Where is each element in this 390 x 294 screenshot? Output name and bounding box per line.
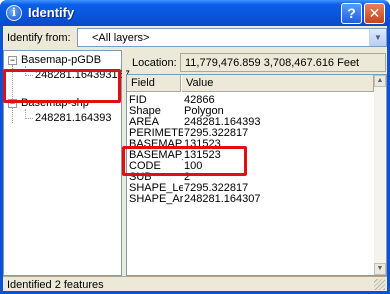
table-header: Field Value [127, 75, 375, 92]
field-name: PERIMETER [129, 128, 183, 139]
location-value: 11,779,476.859 3,708,467.616 Feet [185, 57, 360, 69]
help-button[interactable]: ? [341, 3, 362, 24]
identify-from-label: Identify from: [7, 32, 71, 44]
status-bar: Identified 2 features [3, 276, 387, 291]
field-name: SHAPE_Area [129, 194, 183, 205]
expand-toggle[interactable]: − [8, 56, 17, 65]
window-title: Identify [28, 5, 75, 20]
field-value: 42866 [184, 95, 215, 106]
field-value: 7295.322817 [184, 183, 249, 194]
scroll-down-icon[interactable]: ▼ [374, 263, 386, 275]
identify-from-dropdown[interactable]: <All layers> ▼ [77, 28, 387, 47]
highlight-box-tree [3, 69, 121, 103]
location-field[interactable]: 11,779,476.859 3,708,467.616 Feet [180, 53, 386, 72]
status-text: Identified 2 features [7, 279, 104, 291]
column-header-field[interactable]: Field [127, 75, 182, 92]
table-row[interactable]: FID 42866 [127, 95, 375, 106]
info-icon: i [6, 5, 22, 21]
identify-from-value: <All layers> [92, 32, 150, 44]
column-header-value[interactable]: Value [182, 75, 375, 92]
chevron-down-icon[interactable]: ▼ [369, 29, 386, 46]
field-value: 7295.322817 [184, 128, 249, 139]
table-row[interactable]: SHAPE_Area 248281.164307 [127, 194, 375, 205]
scroll-up-icon[interactable]: ▲ [374, 75, 386, 87]
field-value: Polygon [184, 106, 224, 117]
field-name: FID [129, 95, 147, 106]
highlight-box-fields [122, 146, 247, 176]
table-row[interactable]: PERIMETER 7295.322817 [127, 128, 375, 139]
table-row[interactable]: AREA 248281.164393 [127, 117, 375, 128]
identify-window: i Identify ? ✕ Identify from: <All layer… [0, 0, 390, 294]
location-label: Location: [132, 57, 177, 69]
tree-feature[interactable]: 248281.164393 [35, 112, 111, 124]
table-row[interactable]: Shape Polygon [127, 106, 375, 117]
table-row[interactable]: SHAPE_Leng 7295.322817 [127, 183, 375, 194]
vertical-scrollbar[interactable]: ▲ ▼ [374, 75, 386, 275]
tree-connector [25, 118, 33, 119]
field-name: AREA [129, 117, 159, 128]
field-value: 248281.164393 [184, 117, 261, 128]
title-bar[interactable]: i Identify ? ✕ [0, 0, 390, 26]
resize-grip-icon[interactable] [374, 279, 385, 290]
field-value: 248281.164307 [184, 194, 261, 205]
dialog-client: Identify from: <All layers> ▼ − Basemap-… [3, 26, 387, 291]
tree-layer-basemap-pgdb[interactable]: Basemap-pGDB [21, 54, 101, 66]
field-name: SHAPE_Leng [129, 183, 183, 194]
close-button[interactable]: ✕ [364, 3, 385, 24]
field-name: Shape [129, 106, 161, 117]
